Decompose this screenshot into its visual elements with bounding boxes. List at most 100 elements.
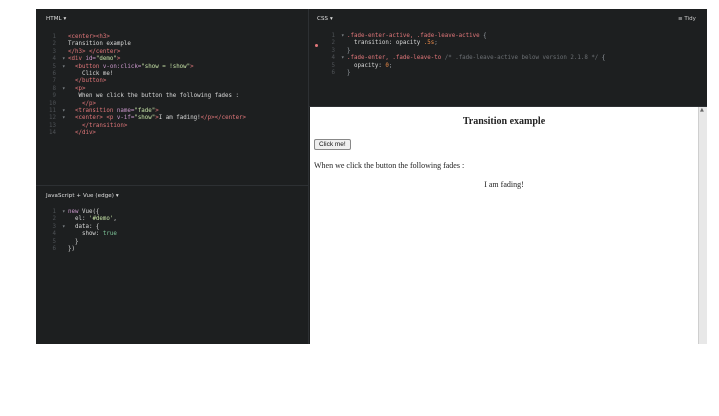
fading-text: I am fading! xyxy=(484,180,524,189)
code-token: > xyxy=(155,107,159,114)
code-token: }) xyxy=(68,245,75,252)
code-line[interactable]: 12 ▾ <center> <p v-if="show">I am fading!… xyxy=(42,115,304,122)
line-number: 8 xyxy=(52,85,57,92)
code-line[interactable]: 4 show: true xyxy=(42,231,304,238)
code-token: v-on:click= xyxy=(102,63,142,70)
unsaved-change-dot xyxy=(315,44,318,47)
code-token: .5s xyxy=(423,40,435,47)
css-pane[interactable]: CSS ▾ ≡ Tidy 1 ▾ .fade-enter-active, .fade… xyxy=(309,9,707,106)
code-token: v-if= xyxy=(116,115,135,122)
code-line[interactable]: 2 Transition example xyxy=(42,41,304,48)
line-number: 3 xyxy=(331,47,336,54)
code-token: id= xyxy=(85,56,96,63)
code-line[interactable]: 8 ▾ <p> xyxy=(42,86,304,93)
scroll-up-icon[interactable]: ▲ xyxy=(700,107,704,113)
code-line[interactable]: 14 </div> xyxy=(42,130,304,137)
code-token: "fade" xyxy=(134,107,156,114)
code-line[interactable]: 2 transition: opacity .5s; xyxy=(321,40,701,47)
code-token: ; xyxy=(434,40,438,47)
code-token: el: xyxy=(68,216,89,223)
code-token: </h3> </center> xyxy=(68,48,121,55)
line-number: 4 xyxy=(52,56,57,63)
code-token: } xyxy=(68,238,79,245)
result-scrollbar[interactable]: ▲ xyxy=(698,107,707,344)
code-line[interactable]: 7 </button> xyxy=(42,78,304,85)
code-token: </p></center> xyxy=(200,115,247,122)
code-line[interactable]: 5 } xyxy=(42,239,304,246)
code-line[interactable]: 1 ▾ .fade-enter-active, .fade-leave-active… xyxy=(321,33,701,40)
code-token: <div xyxy=(68,56,86,63)
line-number: 13 xyxy=(49,122,56,129)
code-token: } xyxy=(347,47,351,54)
code-token: '#demo' xyxy=(88,216,114,223)
code-token: , xyxy=(113,216,117,223)
html-pane-title[interactable]: HTML ▾ xyxy=(46,16,66,22)
code-token: <center><h3> xyxy=(68,34,110,40)
html-code-editor[interactable]: 1 <center><h3> 2 Transition example 3 </h3> <… xyxy=(42,34,304,137)
code-token: .fade-enter-active, .fade-leave-active xyxy=(347,33,484,39)
code-token: true xyxy=(102,231,117,238)
code-token: new xyxy=(68,209,82,215)
line-number: 14 xyxy=(49,130,56,137)
codepen-editor: HTML ▾ 1 <center><h3> 2 Transition example 3… xyxy=(36,9,707,344)
code-token: Click me! xyxy=(68,70,114,77)
code-line[interactable]: 9 When we click the button the following… xyxy=(42,93,304,100)
code-token: .fade-enter, .fade-leave-to xyxy=(347,55,445,62)
line-number: 4 xyxy=(331,55,336,62)
line-number: 4 xyxy=(52,231,57,238)
code-line[interactable]: 3 </h3> </center> xyxy=(42,49,304,56)
code-line[interactable]: 4 ▾ .fade-enter, .fade-leave-to /* .fade-l… xyxy=(321,55,701,62)
code-token: </button> xyxy=(74,78,107,85)
code-line[interactable]: 1 <center><h3> xyxy=(42,34,304,41)
code-line[interactable]: 6 Click me! xyxy=(42,71,304,78)
js-pane-title[interactable]: JavaScript + Vue (edge) ▾ xyxy=(46,193,119,199)
code-token: { xyxy=(483,33,487,39)
js-code-editor[interactable]: 1 ▾ new Vue({2 el: '#demo', 3 ▾ data: {4 sho… xyxy=(42,209,304,253)
css-pane-title[interactable]: CSS ▾ xyxy=(317,16,333,22)
line-number: 10 xyxy=(49,100,56,107)
code-line[interactable]: 5 ▾ <button v-on:click="show = !show"> xyxy=(42,64,304,71)
code-line[interactable]: 5 opacity: 0; xyxy=(321,63,701,70)
code-token: </div> xyxy=(74,130,96,137)
code-line[interactable]: 3 ▾ data: { xyxy=(42,224,304,231)
code-line[interactable]: 11 ▾ <transition name="fade"> xyxy=(42,108,304,115)
code-line[interactable]: 6}) xyxy=(42,246,304,253)
tidy-button[interactable]: ≡ Tidy xyxy=(678,16,696,22)
code-line[interactable]: 2 el: '#demo', xyxy=(42,216,304,223)
code-token: Vue({ xyxy=(81,209,100,215)
code-token: ; xyxy=(388,62,393,69)
js-pane[interactable]: JavaScript + Vue (edge) ▾ 1 ▾ new Vue({2 e… xyxy=(36,186,308,344)
code-token: > xyxy=(116,56,121,63)
line-number: 12 xyxy=(49,115,56,122)
css-code-editor[interactable]: 1 ▾ .fade-enter-active, .fade-leave-active… xyxy=(321,33,701,77)
code-line[interactable]: 1 ▾ new Vue({ xyxy=(42,209,304,216)
line-number: 5 xyxy=(331,62,336,69)
line-number: 5 xyxy=(52,238,57,245)
line-number: 1 xyxy=(331,33,336,39)
html-pane[interactable]: HTML ▾ 1 <center><h3> 2 Transition example 3… xyxy=(36,9,308,185)
code-token: name= xyxy=(116,107,135,114)
code-line[interactable]: 13 </transition> xyxy=(42,123,304,130)
click-me-button[interactable]: Click me! xyxy=(314,139,351,150)
code-line[interactable]: 6} xyxy=(321,70,701,77)
code-line[interactable]: 4 ▾ <div id="demo"> xyxy=(42,56,304,63)
code-token: I am fading! xyxy=(158,115,201,122)
code-line[interactable]: 3} xyxy=(321,48,701,55)
code-token: } xyxy=(347,69,351,76)
code-token: <center> <p xyxy=(74,115,117,122)
line-number: 6 xyxy=(52,70,57,77)
code-line[interactable]: 10 </p> xyxy=(42,101,304,108)
line-number: 7 xyxy=(52,78,57,85)
line-number: 1 xyxy=(52,34,57,40)
line-number: 2 xyxy=(52,216,57,223)
code-token: /* .fade-leave-active below version 2.1.… xyxy=(444,55,602,62)
result-preview: Transition example Click me! When we cli… xyxy=(310,107,698,344)
